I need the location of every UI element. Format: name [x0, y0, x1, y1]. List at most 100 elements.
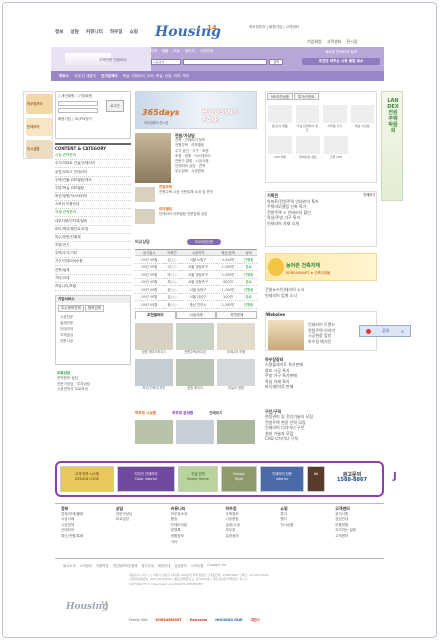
housing-sale-title[interactable]: 하우징 분양편 — [172, 411, 193, 416]
gallery-item[interactable]: 전원주택/하우징 — [176, 323, 214, 355]
join-link[interactable]: 회원가입 — [58, 117, 71, 121]
close-icon[interactable]: × — [401, 329, 404, 334]
special-item[interactable]: 인테리어 자재 소개 — [267, 221, 375, 227]
market-item[interactable]: 바닥재/마루 판매 — [265, 384, 377, 389]
category-item[interactable]: 외관/정원/익스테리어 — [55, 193, 131, 202]
feature-image[interactable] — [135, 209, 155, 224]
gallery-item[interactable]: 정원 레이크하우스 — [135, 323, 173, 355]
category-item[interactable]: 상업/오피스 인테리어 — [55, 168, 131, 177]
sitemap-link[interactable]: 분양정보 — [225, 534, 274, 540]
product-item[interactable]: 조명 LED — [324, 136, 348, 159]
nav-info[interactable]: 정보 — [55, 29, 63, 35]
category-item[interactable]: 주방/욕실 리모델링 — [55, 185, 131, 193]
category-item[interactable]: 스토리 이용안내 — [55, 201, 131, 210]
md-tab[interactable]: MD추천상품 — [267, 93, 294, 100]
gallery-item[interactable]: 하늘의 정원 — [217, 359, 255, 391]
ad-inquiry[interactable]: 광고문의 1588-8867 — [328, 466, 376, 492]
gallery-item[interactable]: 토지/건축/디자인 — [135, 359, 173, 391]
link-business[interactable]: 기업회원 — [307, 39, 322, 45]
md-tab[interactable]: 특가/이벤트 — [294, 93, 319, 100]
ad-banner[interactable]: 고객 만족 시스템 DESIGN CODE — [60, 466, 114, 492]
share-popup[interactable]: 공유 × — [359, 325, 411, 337]
table-row[interactable]: 09년 09월 최○○ 서울 영등포구 800만 완료 — [135, 278, 257, 286]
webzine-image[interactable] — [268, 320, 304, 350]
category-item[interactable]: 건축/설계 — [55, 266, 131, 275]
feature-image[interactable] — [135, 187, 155, 202]
feature-line[interactable]: 전원주택 시공 전문업체 소개 및 견적 — [159, 190, 257, 195]
sitemap-link[interactable]: 고객센터 — [335, 534, 384, 540]
partner-tab[interactable]: 협력업체 — [84, 304, 105, 312]
login-opt-business[interactable]: 기업회원 — [79, 94, 92, 98]
partner-tab[interactable]: 우수협력업체 — [58, 304, 84, 312]
housing-item[interactable] — [217, 420, 255, 444]
gallery-tab[interactable]: 지역업체 — [216, 311, 258, 319]
info-line[interactable]: 우수업체 · 시공업체 — [175, 169, 257, 174]
family-site-link[interactable]: Hanssem — [190, 618, 207, 622]
table-row[interactable]: 09년 09월 김○○ 서울 노원구 3,000만 진행중 — [135, 255, 257, 264]
utility-links[interactable]: 하우징투어 | 회원가입 | 고객센터 — [249, 25, 299, 30]
partner-item[interactable]: 전문시공 — [56, 338, 130, 344]
subbar-tab-new[interactable]: 국내 신 개발지 — [74, 74, 96, 79]
sitemap-link[interactable]: 비교상담 — [116, 517, 165, 523]
category-item[interactable]: 주택/주거/기타 — [55, 250, 131, 259]
sitemap-link[interactable]: 최신/전원/특화 — [61, 534, 110, 540]
footer-link[interactable]: 회사소개 — [63, 563, 75, 568]
subbar-keywords[interactable]: 욕실, 인테리어, 도어, 욕실, 타일, 마루, 벽지 — [123, 74, 190, 79]
consult-line[interactable]: 시공견적서 무료작성 — [57, 387, 129, 393]
nav-community[interactable]: 커뮤니티 — [86, 29, 103, 35]
footer-link[interactable]: 사이트맵 — [191, 563, 203, 568]
search-button[interactable]: 검색 — [269, 59, 283, 65]
search-tab[interactable]: 도로 — [173, 49, 180, 54]
category-item[interactable]: 주택/건물 리모델링/개조 — [55, 177, 131, 185]
product-item[interactable]: 욕실 수납장 — [350, 105, 374, 132]
ad-banner[interactable]: 8d — [307, 466, 325, 492]
webzine-item[interactable]: 하우징 매거진 — [308, 339, 378, 345]
gallery-tab[interactable]: 시공사례 — [175, 311, 217, 319]
gallery-item[interactable]: 자재나라 모형 — [217, 323, 255, 355]
footer-link[interactable]: 고객센터 — [79, 563, 91, 568]
category-item[interactable]: 바닥/벽지/페인트/도장 — [55, 226, 131, 234]
password-field[interactable] — [58, 108, 98, 113]
nav-consult[interactable]: 상담 — [70, 29, 78, 35]
product-item[interactable]: CSD 벽지 — [268, 136, 292, 159]
footer-link[interactable]: 이용약관 — [96, 563, 108, 568]
category-item[interactable]: 내부자재/건자재/설비 — [55, 217, 131, 226]
category-item[interactable]: 기타/자재 — [55, 275, 131, 283]
product-item[interactable]: 문/도어 제품 — [268, 105, 292, 132]
product-item[interactable]: 붙박이장 세트 — [296, 136, 320, 159]
feature-line[interactable]: 인테리어 리모델링 전문업체 상담 — [159, 212, 257, 217]
category-item[interactable]: 가구/인테리어소품 — [55, 258, 131, 267]
category-item[interactable]: 커뮤니티/포럼 — [55, 283, 131, 291]
link-support[interactable]: 고객센터 — [327, 39, 342, 45]
ad-banner[interactable]: Design Style — [221, 466, 257, 492]
link-showroom[interactable]: 전시장 — [346, 39, 357, 45]
category-item[interactable]: 자재 견적문의 — [55, 209, 131, 218]
category-item[interactable]: 조명/전기 — [55, 242, 131, 251]
ad-banner[interactable]: 인테리어 전문 Interior — [260, 466, 304, 492]
compare-request-button[interactable]: 비교상담신청 — [187, 239, 221, 245]
family-site-link[interactable]: 대한스 — [251, 617, 260, 622]
housing-logo[interactable]: Housing 14 — [153, 16, 221, 42]
subbar-tab-house[interactable]: 하우스 — [59, 74, 69, 79]
gallery-tab[interactable]: 추천갤러리 — [135, 311, 176, 319]
family-site-link[interactable]: HOUSING FAIR — [215, 618, 242, 622]
table-row[interactable]: 09년 09월 윤○○ 충남 천안시 2,500만 진행중 — [135, 300, 257, 309]
id-field[interactable] — [58, 101, 98, 106]
footer-link[interactable]: 제휴안내 — [158, 563, 170, 568]
housing-item[interactable] — [135, 420, 173, 444]
search-input[interactable] — [183, 59, 267, 65]
footer-link[interactable]: 광고안내 — [141, 563, 153, 568]
footer-link[interactable]: 입점문의 — [174, 563, 186, 568]
search-tab[interactable]: 자재 — [150, 49, 157, 54]
ad-banner[interactable]: 디자인 인테리어 Color Interior — [117, 466, 175, 492]
table-row[interactable]: 09년 09월 정○○ 서울 송파구 1,200만 진행중 — [135, 285, 257, 294]
table-row[interactable]: 09년 09월 이○○ 서울 영등포구 1,500만 완료 — [135, 263, 257, 271]
gallery-item[interactable]: 정원 레이크 — [176, 359, 214, 391]
table-row[interactable]: 09년 09월 박○○ 서울 영등포구 2,000만 진행중 — [135, 270, 257, 279]
news-item[interactable]: 인테리어 업계 소식 — [265, 293, 377, 299]
search-tab[interactable]: 갤러리 — [185, 49, 195, 54]
ad-banner[interactable]: 건설 업체 Ready Home — [178, 466, 218, 492]
login-button[interactable]: 로그인 — [106, 100, 124, 112]
family-site-link[interactable]: KOREARMART — [156, 618, 182, 622]
login-opt-personal[interactable]: 개인회원 — [61, 94, 74, 98]
